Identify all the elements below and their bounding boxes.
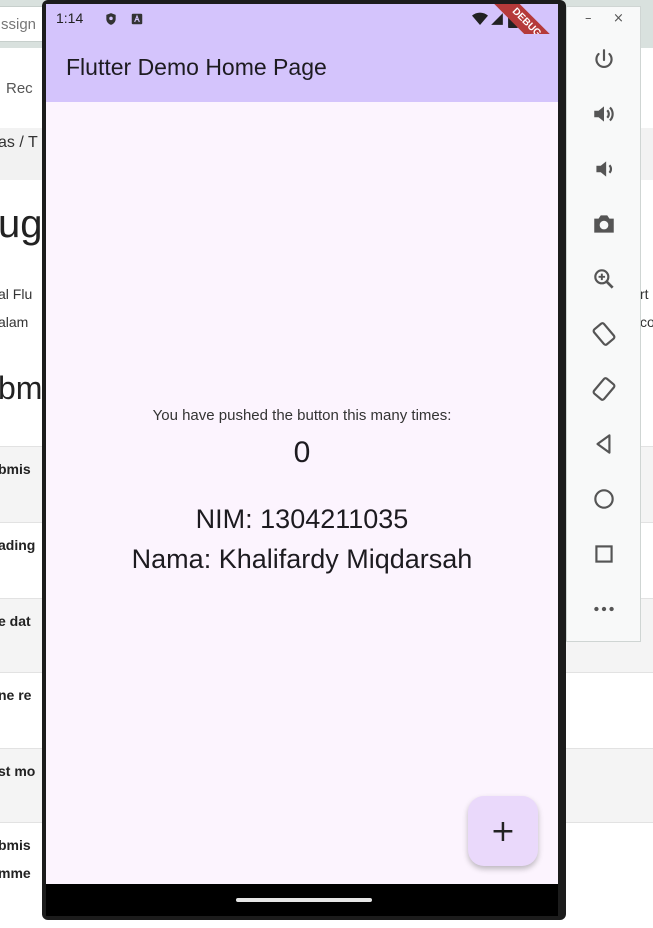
minimize-button[interactable]: – <box>585 11 592 26</box>
navigation-bar <box>46 884 558 916</box>
camera-icon <box>594 215 614 233</box>
zoom-button[interactable] <box>587 262 621 296</box>
back-icon <box>596 434 611 454</box>
app-notification-icon <box>131 13 143 25</box>
home-button[interactable] <box>587 482 621 516</box>
row-label: e dat <box>0 613 31 629</box>
row-label: ading <box>0 537 36 553</box>
breadcrumb-text[interactable]: as / T <box>0 134 38 152</box>
more-button[interactable] <box>587 592 621 626</box>
power-icon <box>595 49 613 69</box>
increment-button[interactable]: + <box>468 796 538 866</box>
volume-down-button[interactable] <box>587 152 621 186</box>
screenshot-button[interactable] <box>587 207 621 241</box>
signal-icon <box>491 13 503 25</box>
description-right-2: co <box>640 314 653 330</box>
gesture-home-bar[interactable] <box>236 898 372 902</box>
description-line-1: al Flu <box>0 286 33 302</box>
wifi-icon <box>472 12 488 25</box>
rotate-right-icon <box>592 377 616 401</box>
volume-up-icon <box>594 106 614 122</box>
counter-label: You have pushed the button this many tim… <box>152 407 452 424</box>
description-line-2: alam <box>0 314 29 330</box>
overview-button[interactable] <box>587 537 621 571</box>
recent-link[interactable]: Rec <box>6 80 33 97</box>
page-title: Flutter Demo Home Page <box>66 54 327 80</box>
description-right-1: rt <box>640 286 649 302</box>
phone-frame: 1:14 DEBUG Flutter Demo Home Page You ha… <box>42 0 566 920</box>
rotate-right-button[interactable] <box>587 372 621 406</box>
phone-screen: 1:14 DEBUG Flutter Demo Home Page You ha… <box>46 4 558 884</box>
submission-heading: bm <box>0 370 43 406</box>
status-bar: 1:14 DEBUG <box>46 4 558 72</box>
counter-value: 0 <box>293 436 311 469</box>
volume-down-icon <box>596 161 612 177</box>
status-time: 1:14 <box>56 10 84 26</box>
row-label: ne re <box>0 687 32 703</box>
volume-up-button[interactable] <box>587 97 621 131</box>
add-icon: + <box>490 813 516 849</box>
zoom-icon <box>594 269 614 289</box>
nim-text: NIM: 1304211035 <box>195 504 409 534</box>
row-label: st mo <box>0 763 36 779</box>
close-button[interactable]: × <box>613 11 624 26</box>
home-icon <box>594 489 614 509</box>
row-label: bmis <box>0 837 31 853</box>
overview-icon <box>595 545 613 563</box>
row-label: mme <box>0 865 31 881</box>
row-label: bmis <box>0 461 31 477</box>
back-button[interactable] <box>587 427 621 461</box>
more-icon <box>594 606 614 612</box>
nama-text: Nama: Khalifardy Miqdarsah <box>131 544 473 574</box>
emulator-control-panel: – × <box>566 6 641 642</box>
shield-icon <box>106 13 116 25</box>
app-bar: Flutter Demo Home Page <box>46 34 558 102</box>
rotate-left-icon <box>592 322 616 346</box>
rotate-left-button[interactable] <box>587 317 621 351</box>
power-button[interactable] <box>587 43 621 77</box>
